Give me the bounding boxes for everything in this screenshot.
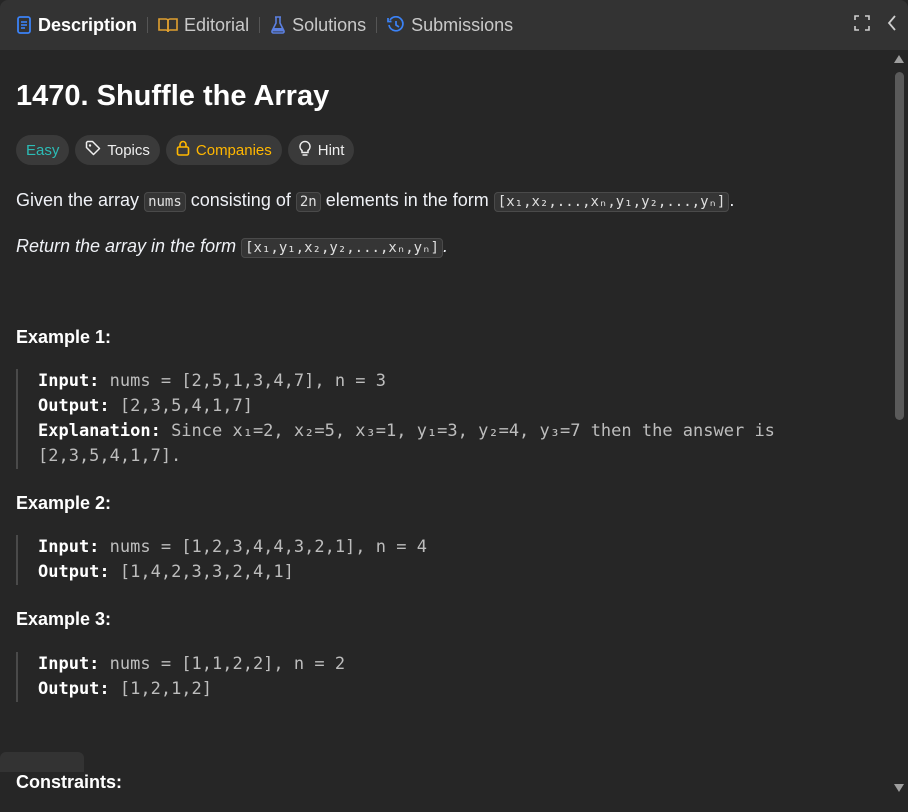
tag-pills: Easy Topics Companies Hint — [16, 135, 355, 165]
topics-label: Topics — [107, 141, 150, 159]
inline-code: nums — [144, 192, 186, 212]
example-2-heading: Example 2: — [16, 493, 112, 513]
statement-text: . — [729, 190, 735, 210]
difficulty-badge[interactable]: Easy — [16, 135, 70, 165]
panel-controls — [854, 0, 898, 50]
history-icon — [387, 16, 405, 34]
tab-editorial[interactable]: Editorial — [154, 0, 253, 50]
statement-text: elements in the form — [320, 190, 494, 210]
output-value: [1,2,1,2] — [109, 679, 213, 699]
companies-button[interactable]: Companies — [165, 135, 282, 165]
collapse-chevron-left-icon[interactable] — [886, 14, 898, 37]
tab-bar: Description Editorial Solutions Submissi… — [0, 0, 908, 50]
statement-text: Given the array — [16, 190, 145, 210]
constraints-heading: Constraints: — [16, 772, 123, 792]
tab-description-label: Description — [38, 14, 138, 35]
problem-task: Return the array in the form [x₁,y₁,x₂,y… — [16, 234, 448, 260]
explanation-value: Since x₁=2, x₂=5, x₃=1, y₁=3, y₂=4, y₃=7… — [160, 421, 775, 441]
output-label: Output: — [38, 562, 110, 582]
inline-code: [x₁,x₂,...,xₙ,y₁,y₂,...,yₙ] — [493, 192, 730, 212]
constraint-chip — [0, 752, 84, 772]
tab-submissions[interactable]: Submissions — [383, 0, 517, 50]
tab-solutions-label: Solutions — [292, 14, 367, 35]
lightbulb-icon — [298, 140, 312, 161]
input-label: Input: — [38, 654, 100, 674]
scroll-down-arrow-icon[interactable] — [894, 784, 904, 792]
tab-divider — [376, 17, 378, 33]
output-value: [2,3,5,4,1,7] — [109, 396, 253, 416]
companies-label: Companies — [195, 141, 272, 159]
tab-description[interactable]: Description — [12, 0, 141, 50]
tab-solutions[interactable]: Solutions — [266, 0, 370, 50]
example-1-block: Input: nums = [2,5,1,3,4,7], n = 3 Outpu… — [16, 369, 775, 469]
hint-label: Hint — [317, 141, 345, 159]
task-text: Return the array in the form — [16, 236, 242, 256]
output-label: Output: — [38, 396, 110, 416]
problem-title: 1470. Shuffle the Array — [16, 80, 330, 112]
description-icon — [16, 16, 32, 34]
inline-code: [x₁,y₁,x₂,y₂,...,xₙ,yₙ] — [241, 238, 443, 258]
hint-button[interactable]: Hint — [287, 135, 355, 165]
tab-editorial-label: Editorial — [184, 14, 250, 35]
input-value: nums = [1,1,2,2], n = 2 — [99, 654, 346, 674]
maximize-icon[interactable] — [854, 14, 870, 36]
example-2-block: Input: nums = [1,2,3,4,4,3,2,1], n = 4 O… — [16, 535, 427, 585]
scrollbar-thumb[interactable] — [895, 72, 904, 420]
input-label: Input: — [38, 371, 100, 391]
scroll-up-arrow-icon[interactable] — [894, 55, 904, 63]
input-value: nums = [1,2,3,4,4,3,2,1], n = 4 — [99, 537, 427, 557]
input-label: Input: — [38, 537, 100, 557]
problem-statement: Given the array nums consisting of 2n el… — [16, 188, 734, 214]
output-value: [1,4,2,3,3,2,4,1] — [109, 562, 294, 582]
example-3-block: Input: nums = [1,1,2,2], n = 2 Output: [… — [16, 652, 345, 702]
task-text: . — [442, 236, 448, 256]
statement-text: consisting of — [185, 190, 296, 210]
example-3-heading: Example 3: — [16, 609, 112, 629]
topics-button[interactable]: Topics — [75, 135, 160, 165]
example-1-heading: Example 1: — [16, 327, 112, 347]
tag-icon — [85, 140, 101, 160]
book-icon — [158, 17, 178, 33]
tab-divider — [259, 17, 261, 33]
flask-icon — [270, 16, 286, 34]
lock-icon — [176, 140, 190, 160]
explanation-label: Explanation: — [38, 421, 161, 441]
explanation-value-cont: [2,3,5,4,1,7]. — [38, 446, 182, 466]
tab-submissions-label: Submissions — [411, 14, 514, 35]
scrollbar[interactable] — [893, 52, 906, 812]
output-label: Output: — [38, 679, 110, 699]
input-value: nums = [2,5,1,3,4,7], n = 3 — [99, 371, 386, 391]
inline-code: 2n — [295, 192, 321, 212]
tab-divider — [147, 17, 149, 33]
difficulty-label: Easy — [26, 141, 60, 159]
